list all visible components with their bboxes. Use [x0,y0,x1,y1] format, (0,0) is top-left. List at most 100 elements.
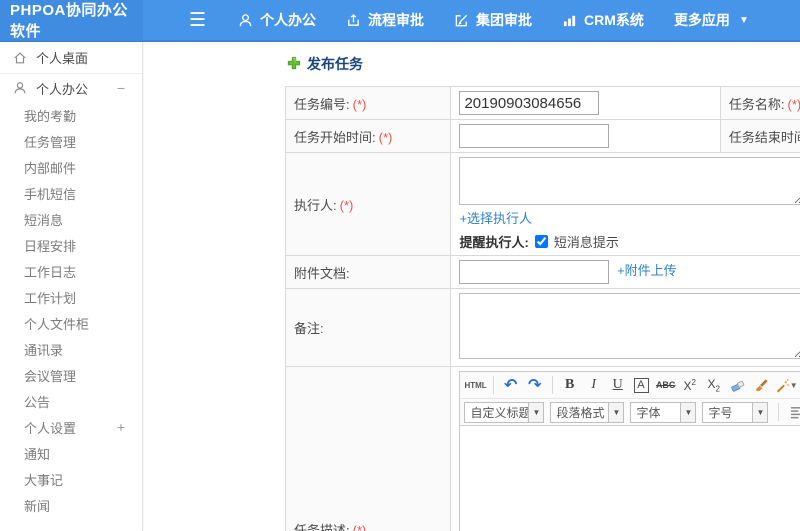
user-icon [13,81,28,95]
sidebar-item-personal-files[interactable]: 个人文件柜 [0,310,142,336]
nav-crm-system[interactable]: CRM系统 [562,10,644,30]
eraser-button[interactable] [727,374,749,396]
sidebar-item-label: 会议管理 [24,368,77,384]
nav-personal-office[interactable]: 个人办公 [238,10,316,30]
field-label: 任务结束时间: [728,129,800,145]
executor-textarea[interactable] [459,157,800,205]
bold-button[interactable]: B [559,374,581,396]
sidebar-item-label: 大事记 [24,472,64,488]
sidebar-item-contacts[interactable]: 通讯录 [0,336,142,362]
sidebar-item-label: 手机短信 [24,186,77,202]
strikethrough-button[interactable]: ABC [655,374,677,396]
italic-button[interactable]: I [583,374,605,396]
start-time-input[interactable] [459,124,610,148]
subscript-button[interactable]: X2 [703,374,725,396]
align-left-button[interactable] [785,401,800,423]
editor-content-area[interactable] [460,426,800,531]
sidebar-item-label: 个人设置 [24,420,77,436]
sidebar-item-my-attendance[interactable]: 我的考勤 [0,102,142,128]
top-navigation: 个人办公 流程审批 集团审批 CRM系统 更多应用 ▼ [238,10,749,30]
sms-remind-checkbox[interactable] [534,235,548,248]
remark-textarea[interactable] [459,293,800,359]
page-title: 发布任务 [287,54,800,74]
app-logo: PHPOA协同办公软件 [0,0,143,41]
sidebar-item-news[interactable]: 新闻 [0,492,142,518]
attachment-input[interactable] [459,260,610,284]
sidebar-item-announcement[interactable]: 公告 [0,388,142,414]
sidebar-item-label: 通讯录 [24,342,64,358]
paragraph-format-dropdown[interactable]: 段落格式 ▼ [550,401,625,423]
task-form-table: 任务编号:(*) 任务名称:(*) 任务开始时间:(*) 任务结束时间:(*) [284,86,800,531]
undo-button[interactable]: ↶ [500,374,522,396]
field-label: 执行人: [294,197,337,213]
row-description: 任务描述: (*) HTML ↶ ↷ B I U A ABC X2 X2 ▼ 自… [284,366,800,531]
row-attachment: 附件文档: +附件上传 [284,255,800,289]
row-executor: 执行人: (*) +选择执行人 提醒执行人: 短消息提示 [284,152,800,256]
sidebar-item-schedule[interactable]: 日程安排 [0,232,142,258]
crm-chart-icon [562,13,577,28]
nav-more-apps[interactable]: 更多应用 ▼ [674,10,749,30]
font-size-dropdown[interactable]: 字号 ▼ [702,401,769,423]
attachment-upload-link[interactable]: +附件上传 [617,263,677,278]
task-number-input[interactable] [459,91,600,115]
sidebar-item-mobile-sms[interactable]: 手机短信 [0,180,142,206]
html-source-button[interactable]: HTML [464,374,486,396]
nav-label: 个人办公 [260,12,317,28]
sidebar-item-label: 个人文件柜 [24,316,90,332]
required-mark: (*) [787,96,800,112]
sidebar-item-notice[interactable]: 通知 [0,440,142,466]
sidebar-item-label: 公告 [24,394,51,410]
font-border-button[interactable]: A [631,374,653,396]
caret-down-icon: ▼ [738,14,749,26]
nav-process-approval[interactable]: 流程审批 [346,10,424,30]
custom-title-dropdown[interactable]: 自定义标题 ▼ [464,401,545,423]
sidebar-item-personal-desktop[interactable]: 个人桌面 [0,42,142,74]
remark-label-cell: 备注: [284,288,452,367]
sidebar-item-personal-settings[interactable]: 个人设置 + [0,414,142,440]
choose-executor-link[interactable]: +选择执行人 [459,211,532,226]
required-mark: (*) [339,197,354,213]
eraser-icon [731,380,745,392]
font-family-dropdown[interactable]: 字体 ▼ [630,401,697,423]
user-icon [238,13,253,28]
remind-executor-label: 提醒执行人: [459,235,529,250]
task-number-label-cell: 任务编号: (*) [284,86,452,120]
sidebar-item-label: 内部邮件 [24,160,77,176]
editor-toolbar-row1: HTML ↶ ↷ B I U A ABC X2 X2 ▼ [460,372,800,399]
sidebar-item-label: 工作计划 [24,290,77,306]
sidebar-item-internal-mail[interactable]: 内部邮件 [0,154,142,180]
magic-wand-button[interactable]: ▼ [775,374,798,396]
dropdown-label: 段落格式 [550,401,609,423]
boxed-a-icon: A [634,377,650,393]
sidebar-item-label: 通知 [24,446,51,462]
caret-down-icon: ▼ [680,401,697,423]
sidebar-item-task-management[interactable]: 任务管理 [0,128,142,154]
nav-label: 更多应用 [673,12,730,28]
sidebar-item-personal-office[interactable]: 个人办公 − [0,74,142,102]
sidebar-item-work-plan[interactable]: 工作计划 [0,284,142,310]
sidebar-item-meeting-management[interactable]: 会议管理 [0,362,142,388]
underline-button[interactable]: U [607,374,629,396]
caret-down-icon: ▼ [528,401,545,423]
redo-button[interactable]: ↷ [524,374,546,396]
attachment-field-cell: +附件上传 [450,255,800,289]
superscript-button[interactable]: X2 [679,374,701,396]
sidebar-item-label: 个人办公 [36,81,89,97]
collapse-minus-icon[interactable]: − [117,80,125,96]
superscript-icon: X2 [683,377,696,393]
expand-plus-icon[interactable]: + [117,419,125,435]
sidebar-item-work-log[interactable]: 工作日志 [0,258,142,284]
sidebar-item-events[interactable]: 大事记 [0,466,142,492]
row-task-number: 任务编号:(*) 任务名称:(*) [284,86,800,120]
caret-down-icon: ▼ [789,380,798,390]
required-mark: (*) [352,522,367,531]
nav-label: 流程审批 [368,12,425,28]
nav-group-approval[interactable]: 集团审批 [454,10,532,30]
toolbar-separator [778,403,780,421]
end-time-label-cell: 任务结束时间:(*) [719,119,800,153]
hamburger-menu-icon[interactable]: ☰ [189,11,206,30]
sidebar-item-short-message[interactable]: 短消息 [0,206,142,232]
caret-down-icon: ▼ [752,401,769,423]
toolbar-separator [492,376,494,394]
format-brush-button[interactable] [751,374,773,396]
